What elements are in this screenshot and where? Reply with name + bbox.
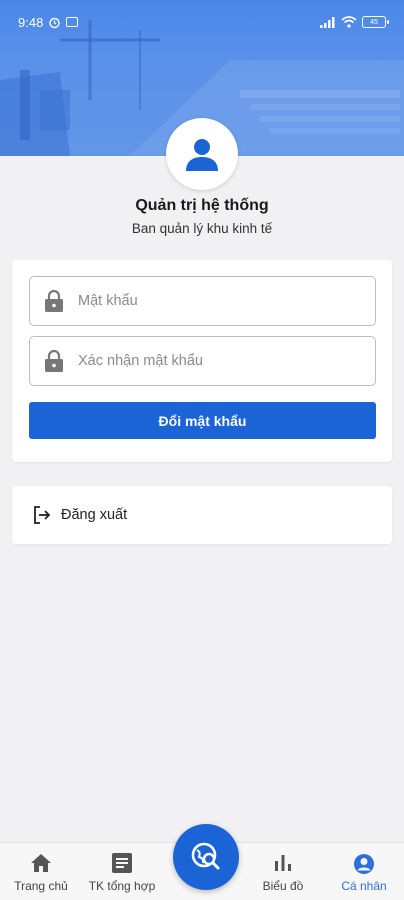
profile-name: Quản trị hệ thống [135, 197, 269, 214]
nav-home[interactable]: Trang chủ [1, 843, 81, 900]
nav-chart[interactable]: Biểu đồ [243, 843, 323, 900]
password-input[interactable] [78, 293, 358, 309]
home-icon [31, 854, 51, 872]
logout-icon [34, 506, 51, 524]
document-icon [112, 853, 132, 873]
status-bar: 9:48 45 [0, 0, 404, 44]
wifi-icon [341, 16, 357, 28]
profile-organization: Ban quản lý khu kinh tế [131, 221, 273, 236]
nav-home-label: Trang chủ [14, 879, 68, 893]
alarm-icon [49, 17, 61, 28]
nav-summary[interactable]: TK tổng hợp [82, 843, 162, 900]
change-password-card: Đổi mật khẩu [12, 260, 392, 462]
nav-profile[interactable]: Cá nhân [324, 843, 404, 900]
battery-level: 45 [370, 18, 378, 26]
logout-row[interactable]: Đăng xuất [12, 486, 392, 544]
search-globe-icon [191, 842, 220, 870]
confirm-password-field[interactable] [29, 336, 376, 386]
lock-icon [45, 290, 63, 312]
nav-summary-label: TK tổng hợp [88, 879, 156, 893]
battery-icon: 45 [362, 16, 389, 28]
bar-chart-icon [275, 855, 291, 871]
account-icon [354, 854, 374, 874]
nav-profile-label: Cá nhân [341, 879, 387, 893]
status-time: 9:48 [18, 14, 44, 30]
password-field[interactable] [29, 276, 376, 326]
change-password-button[interactable]: Đổi mật khẩu [29, 402, 376, 439]
nav-chart-label: Biểu đồ [262, 879, 304, 893]
message-icon [66, 17, 79, 27]
lock-icon [45, 350, 63, 372]
user-icon [186, 139, 218, 171]
avatar[interactable] [166, 118, 238, 190]
logout-label: Đăng xuất [61, 507, 128, 523]
center-search-button[interactable] [173, 824, 239, 890]
confirm-password-input[interactable] [78, 353, 358, 369]
signal-icon [320, 16, 335, 28]
